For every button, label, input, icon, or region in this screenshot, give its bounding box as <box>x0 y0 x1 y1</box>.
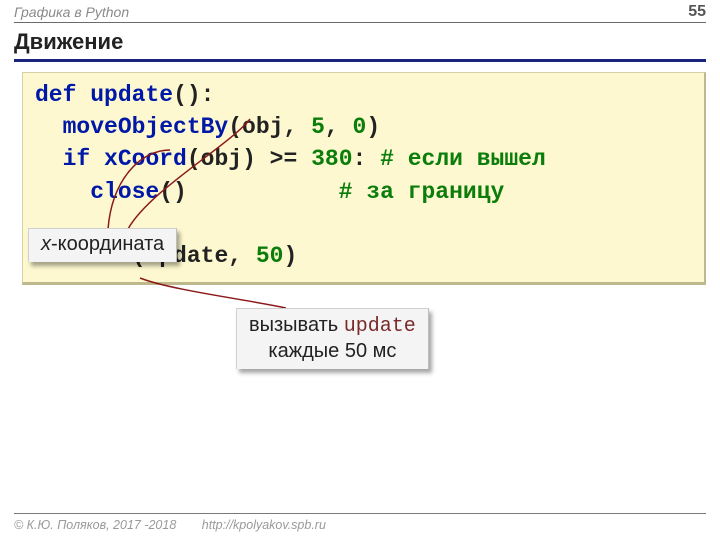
l4-post: () <box>159 179 187 205</box>
callout2-b: каждые 50 мс <box>268 340 396 362</box>
slide-header: Графика в Python 55 <box>0 0 720 22</box>
title-rule <box>14 59 706 62</box>
callout-xcoord: x-координата <box>28 228 177 262</box>
l6-n: 50 <box>256 243 284 269</box>
callout2-mono: update <box>344 315 416 338</box>
fn-close: close <box>90 179 159 205</box>
topic: Графика в Python <box>14 4 129 20</box>
callout-x-rest: -координата <box>51 233 164 255</box>
l2-post: ) <box>366 114 380 140</box>
l2-mid: , <box>325 114 353 140</box>
kw-if: if <box>63 146 91 172</box>
l2-n1: 5 <box>311 114 325 140</box>
slide-footer: © К.Ю. Поляков, 2017 -2018 http://kpolya… <box>14 513 706 532</box>
l3-sp <box>90 146 104 172</box>
kw-def: def <box>35 82 76 108</box>
l3-n: 380 <box>311 146 352 172</box>
l3-comment: # если вышел <box>380 146 546 172</box>
fn-update: update <box>90 82 173 108</box>
l1-tail: (): <box>173 82 214 108</box>
fn-xcoord: xCoord <box>104 146 187 172</box>
footer-rule <box>14 513 706 514</box>
l4-pad <box>187 179 339 205</box>
l6-post: ) <box>283 243 297 269</box>
l4-comment: # за границу <box>339 179 505 205</box>
footer-copy: © К.Ю. Поляков, 2017 -2018 <box>14 518 176 532</box>
l2-args-pre: (obj, <box>228 114 311 140</box>
l2-n2: 0 <box>353 114 367 140</box>
callout-x-italic: x <box>41 233 51 255</box>
l2-indent <box>35 114 63 140</box>
callout-timer: вызывать update каждые 50 мс <box>236 308 429 369</box>
callout2-a: вызывать <box>249 314 344 336</box>
l6-mid: , <box>228 243 256 269</box>
l3-colon: : <box>353 146 381 172</box>
l3-mid: (obj) >= <box>187 146 311 172</box>
slide-title: Движение <box>0 23 720 59</box>
fn-moveobjectby: moveObjectBy <box>63 114 229 140</box>
footer-url: http://kpolyakov.spb.ru <box>202 518 326 532</box>
l4-indent <box>35 179 90 205</box>
l3-indent <box>35 146 63 172</box>
page-number: 55 <box>688 3 706 21</box>
